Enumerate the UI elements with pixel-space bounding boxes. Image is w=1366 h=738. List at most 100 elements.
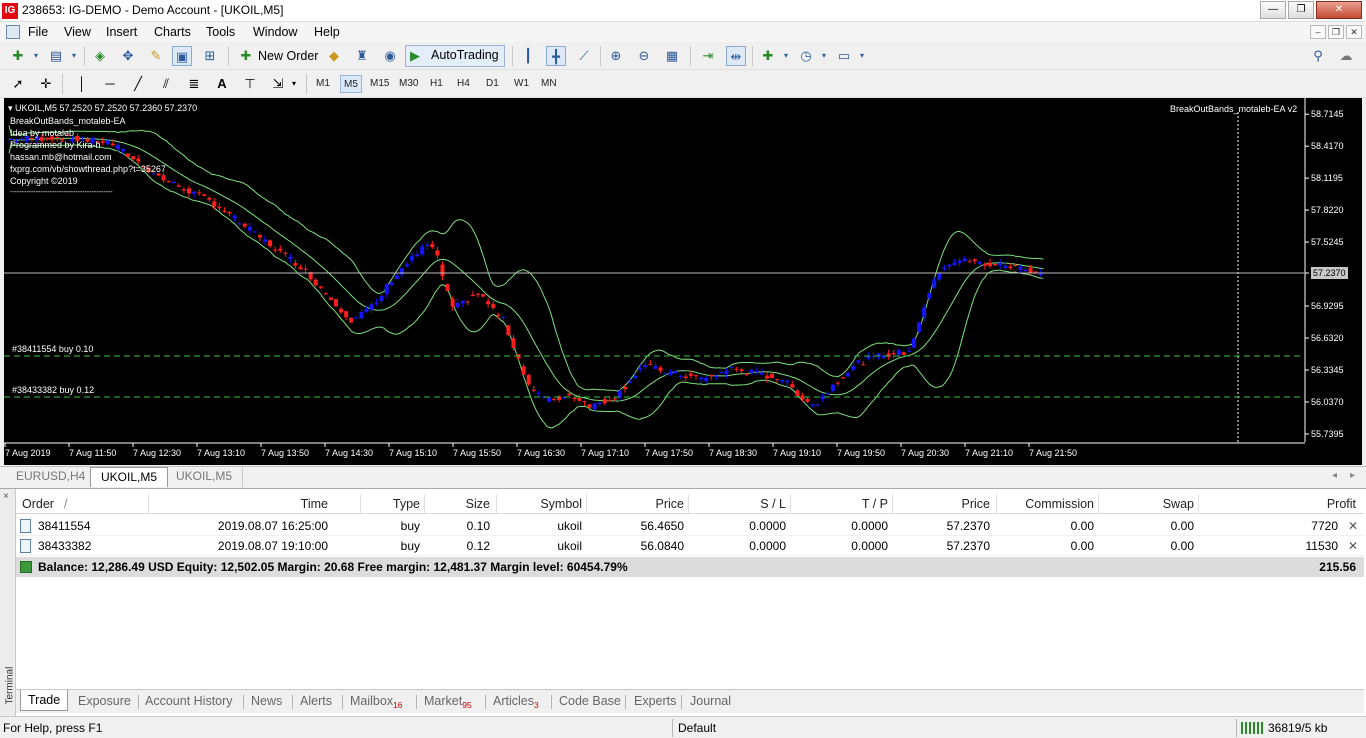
tab-exposure[interactable]: Exposure <box>78 693 131 711</box>
profiles-icon[interactable]: ▤ <box>46 46 66 66</box>
terminal-close-icon[interactable]: × <box>3 491 9 502</box>
chart-window-icon[interactable] <box>6 25 20 39</box>
arrows-dropdown-icon[interactable]: ▾ <box>284 74 304 94</box>
profiles-dropdown-icon[interactable]: ▾ <box>64 46 84 66</box>
terminal-toggle-icon[interactable]: ▣ <box>172 46 192 66</box>
tab-trade[interactable]: Trade <box>20 690 69 711</box>
col-order[interactable]: Order <box>22 497 54 511</box>
trendline-icon[interactable]: ╱ <box>128 74 148 94</box>
tab-news[interactable]: News <box>251 693 282 711</box>
timeframe-d1[interactable]: D1 <box>483 75 502 93</box>
timeframe-w1[interactable]: W1 <box>511 75 532 93</box>
fibonacci-icon[interactable]: ≣ <box>184 74 204 94</box>
col-swap[interactable]: Swap <box>1098 497 1194 511</box>
vps-icon[interactable]: ◉ <box>380 46 400 66</box>
timeframe-m1[interactable]: M1 <box>313 75 333 93</box>
tab-account-history[interactable]: Account History <box>145 693 233 711</box>
templates-icon[interactable]: ▭ <box>834 46 854 66</box>
chart-shift-icon[interactable]: ⇹ <box>726 46 746 66</box>
timeframe-h4[interactable]: H4 <box>454 75 473 93</box>
zoom-out-icon[interactable]: ⊖ <box>634 46 654 66</box>
tab-articles[interactable]: Articles3 <box>493 693 539 711</box>
market-watch-icon[interactable]: ◈ <box>90 46 110 66</box>
zoom-in-icon[interactable]: ⊕ <box>606 46 626 66</box>
col-tp[interactable]: T / P <box>790 497 888 511</box>
menu-help[interactable]: Help <box>314 25 340 39</box>
candlestick-icon[interactable]: ╋ <box>546 46 566 66</box>
new-order-button[interactable]: New Order <box>258 46 318 66</box>
col-commission[interactable]: Commission <box>996 497 1094 511</box>
horizontal-line-icon[interactable]: ─ <box>100 74 120 94</box>
new-chart-icon[interactable]: ✚ <box>8 46 28 66</box>
equidistant-channel-icon[interactable]: ⫽ <box>156 74 176 94</box>
indicators-dropdown-icon[interactable]: ▾ <box>776 46 796 66</box>
tab-journal[interactable]: Journal <box>690 693 731 711</box>
col-sl[interactable]: S / L <box>688 497 786 511</box>
line-chart-icon[interactable]: ⟋ <box>574 46 594 66</box>
text-icon[interactable]: A <box>212 74 232 94</box>
indicators-icon[interactable]: ✚ <box>758 46 778 66</box>
table-row[interactable]: 38411554 2019.08.07 16:25:00 buy 0.10 uk… <box>16 516 1364 536</box>
tile-windows-icon[interactable]: ▦ <box>662 46 682 66</box>
menu-window[interactable]: Window <box>253 25 297 39</box>
tab-market[interactable]: Market95 <box>424 693 472 711</box>
minimize-button[interactable]: — <box>1260 1 1286 19</box>
table-row[interactable]: 38433382 2019.08.07 19:10:00 buy 0.12 uk… <box>16 536 1364 556</box>
data-window-icon[interactable]: ✎ <box>146 46 166 66</box>
mdi-close-button[interactable]: ✕ <box>1346 25 1362 39</box>
timeframe-m30[interactable]: M30 <box>396 75 421 93</box>
timeframe-h1[interactable]: H1 <box>427 75 446 93</box>
timeframe-m5[interactable]: M5 <box>340 75 362 93</box>
templates-dropdown-icon[interactable]: ▾ <box>852 46 872 66</box>
tab-scroll-left-icon[interactable]: ◂ <box>1332 470 1337 481</box>
metaeditor-icon[interactable]: ◆ <box>324 46 344 66</box>
vertical-line-icon[interactable]: │ <box>72 74 92 94</box>
auto-scroll-icon[interactable]: ⇥ <box>698 46 718 66</box>
mdi-minimize-button[interactable]: – <box>1310 25 1326 39</box>
menu-charts[interactable]: Charts <box>154 25 191 39</box>
new-chart-dropdown-icon[interactable]: ▾ <box>26 46 46 66</box>
col-time[interactable]: Time <box>216 497 328 511</box>
col-price[interactable]: Price <box>586 497 684 511</box>
timeframe-mn[interactable]: MN <box>538 75 560 93</box>
cursor-icon[interactable]: ➚ <box>8 74 28 94</box>
col-type[interactable]: Type <box>360 497 420 511</box>
col-current-price[interactable]: Price <box>892 497 990 511</box>
periods-icon[interactable]: ◷ <box>796 46 816 66</box>
price-chart[interactable]: #38411554 buy 0.10 #38433382 buy 0.12 ▾ U… <box>4 98 1362 465</box>
tab-scroll-right-icon[interactable]: ▸ <box>1350 470 1355 481</box>
periods-dropdown-icon[interactable]: ▾ <box>814 46 834 66</box>
profile-name[interactable]: Default <box>678 721 716 735</box>
tab-code-base[interactable]: Code Base <box>559 693 621 711</box>
close-order-icon[interactable]: ✕ <box>1348 539 1358 553</box>
navigator-icon[interactable]: ✥ <box>118 46 138 66</box>
chart-tab-ukoil-m5-active[interactable]: UKOIL,M5 <box>90 467 169 487</box>
menu-insert[interactable]: Insert <box>106 25 137 39</box>
mdi-restore-button[interactable]: ❐ <box>1328 25 1344 39</box>
menu-view[interactable]: View <box>64 25 91 39</box>
text-label-icon[interactable]: ⊤ <box>240 74 260 94</box>
maximize-button[interactable]: ❐ <box>1288 1 1314 19</box>
search-icon[interactable]: ⚲ <box>1308 46 1328 66</box>
col-symbol[interactable]: Symbol <box>496 497 582 511</box>
tab-experts[interactable]: Experts <box>634 693 676 711</box>
strategy-tester-icon[interactable]: ⊞ <box>200 46 220 66</box>
bar-chart-icon[interactable]: ┃ <box>518 46 538 66</box>
time-tick-label: 7 Aug 2019 <box>5 448 51 458</box>
crosshair-icon[interactable]: ✛ <box>36 74 56 94</box>
col-size[interactable]: Size <box>424 497 490 511</box>
new-order-icon[interactable]: ✚ <box>236 46 256 66</box>
menu-file[interactable]: File <box>28 25 48 39</box>
chart-tab-eurusd-h4[interactable]: EURUSD,H4 <box>6 467 97 487</box>
signals-icon[interactable]: ♜ <box>352 46 372 66</box>
tab-mailbox[interactable]: Mailbox16 <box>350 693 403 711</box>
chart-tab-ukoil-m5[interactable]: UKOIL,M5 <box>166 467 244 487</box>
col-profit[interactable]: Profit <box>1198 497 1356 511</box>
timeframe-m15[interactable]: M15 <box>367 75 392 93</box>
menu-tools[interactable]: Tools <box>206 25 235 39</box>
tab-alerts[interactable]: Alerts <box>300 693 332 711</box>
chat-icon[interactable]: ☁ <box>1336 46 1356 66</box>
close-button[interactable]: ✕ <box>1316 1 1362 19</box>
close-order-icon[interactable]: ✕ <box>1348 519 1358 533</box>
autotrading-button[interactable]: ▶ AutoTrading <box>405 45 505 67</box>
